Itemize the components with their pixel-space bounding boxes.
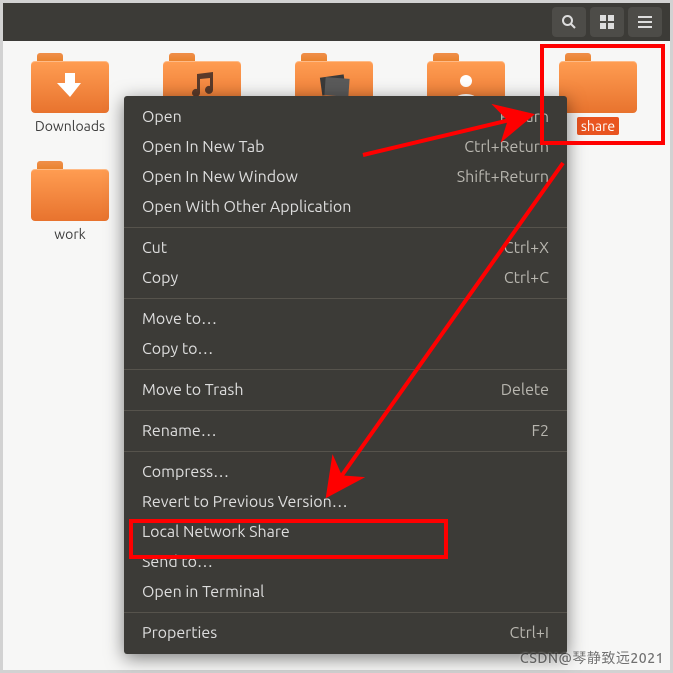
menu-separator — [124, 612, 567, 613]
hamburger-icon — [637, 14, 653, 30]
menu-label: Local Network Share — [142, 523, 290, 541]
menu-label: Open In New Window — [142, 168, 298, 186]
menu-label: Cut — [142, 239, 167, 257]
menu-cut[interactable]: Cut Ctrl+X — [124, 233, 567, 263]
folder-icon — [31, 53, 109, 113]
menu-separator — [124, 451, 567, 452]
menu-accel: Delete — [501, 381, 549, 399]
menu-separator — [124, 298, 567, 299]
search-icon — [561, 14, 577, 30]
folder-work[interactable]: work — [21, 161, 119, 243]
folder-icon — [31, 161, 109, 221]
menu-separator — [124, 227, 567, 228]
menu-compress[interactable]: Compress… — [124, 457, 567, 487]
menu-label: Move to Trash — [142, 381, 244, 399]
menu-accel: F2 — [532, 422, 549, 440]
folder-icon — [559, 53, 637, 113]
menu-accel: Shift+Return — [457, 168, 549, 186]
menu-label: Open — [142, 108, 182, 126]
menu-accel: Return — [500, 108, 549, 126]
menu-accel: Ctrl+X — [504, 239, 549, 257]
menu-rename[interactable]: Rename… F2 — [124, 416, 567, 446]
menu-properties[interactable]: Properties Ctrl+I — [124, 618, 567, 648]
menu-network-share[interactable]: Local Network Share — [124, 517, 567, 547]
menu-trash[interactable]: Move to Trash Delete — [124, 375, 567, 405]
menu-open-tab[interactable]: Open In New Tab Ctrl+Return — [124, 132, 567, 162]
search-button[interactable] — [552, 7, 586, 37]
menu-label: Compress… — [142, 463, 229, 481]
menu-revert[interactable]: Revert to Previous Version… — [124, 487, 567, 517]
menu-label: Open in Terminal — [142, 583, 264, 601]
menu-copy[interactable]: Copy Ctrl+C — [124, 263, 567, 293]
menu-send-to[interactable]: Send to… — [124, 547, 567, 577]
menu-accel: Ctrl+C — [504, 269, 549, 287]
menu-separator — [124, 369, 567, 370]
folder-label: work — [50, 225, 89, 243]
menu-label: Properties — [142, 624, 217, 642]
menu-accel: Ctrl+Return — [464, 138, 549, 156]
menu-label: Open With Other Application — [142, 198, 351, 216]
context-menu: Open Return Open In New Tab Ctrl+Return Op… — [124, 96, 567, 654]
menu-open-with[interactable]: Open With Other Application — [124, 192, 567, 222]
menu-label: Open In New Tab — [142, 138, 265, 156]
header-bar — [3, 3, 670, 41]
menu-open-window[interactable]: Open In New Window Shift+Return — [124, 162, 567, 192]
menu-terminal[interactable]: Open in Terminal — [124, 577, 567, 607]
folder-label: Downloads — [31, 117, 109, 135]
download-icon — [51, 71, 89, 101]
grid-icon — [599, 14, 615, 30]
menu-label: Copy to… — [142, 340, 213, 358]
menu-label: Send to… — [142, 553, 213, 571]
menu-label: Move to… — [142, 310, 217, 328]
window: Downloads — [0, 0, 673, 673]
menu-button[interactable] — [628, 7, 662, 37]
folder-downloads[interactable]: Downloads — [21, 53, 119, 135]
watermark: CSDN@琴静致远2021 — [520, 648, 664, 668]
menu-label: Rename… — [142, 422, 217, 440]
menu-label: Copy — [142, 269, 178, 287]
menu-move-to[interactable]: Move to… — [124, 304, 567, 334]
menu-open[interactable]: Open Return — [124, 102, 567, 132]
folder-label: share — [577, 117, 619, 135]
menu-label: Revert to Previous Version… — [142, 493, 348, 511]
menu-copy-to[interactable]: Copy to… — [124, 334, 567, 364]
menu-accel: Ctrl+I — [510, 624, 549, 642]
view-button[interactable] — [590, 7, 624, 37]
menu-separator — [124, 410, 567, 411]
